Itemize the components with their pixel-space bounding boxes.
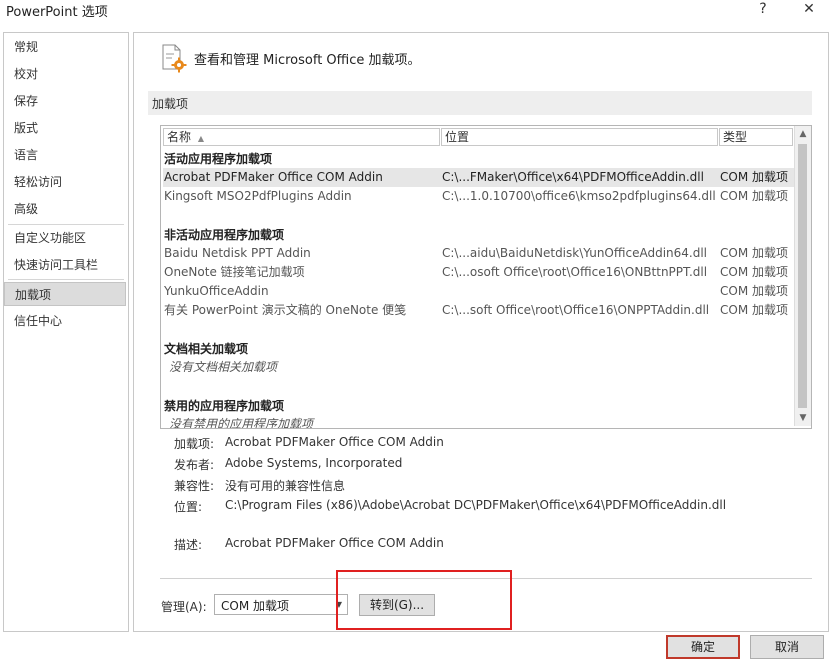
table-row[interactable]: YunkuOfficeAddin COM 加载项 [163, 282, 794, 301]
sidebar-item-layout[interactable]: 版式 [4, 116, 126, 140]
group-title-document: 文档相关加载项 [164, 342, 249, 356]
sidebar-item-addins[interactable]: 加载项 [4, 282, 126, 306]
manage-select-value: COM 加载项 [221, 599, 289, 613]
manage-label: 管理(A): [161, 600, 207, 614]
sidebar-item-proofing[interactable]: 校对 [4, 62, 126, 86]
sidebar-item-customize-ribbon[interactable]: 自定义功能区 [4, 226, 126, 250]
table-row[interactable]: Baidu Netdisk PPT Addin C:\...aidu\Baidu… [163, 244, 794, 263]
table-row[interactable]: Acrobat PDFMaker Office COM Addin C:\...… [163, 168, 794, 187]
table-row[interactable]: OneNote 链接笔记加载项 C:\...osoft Office\root\… [163, 263, 794, 282]
column-header-name[interactable]: 名称 ▲ [163, 128, 440, 146]
sidebar-item-language[interactable]: 语言 [4, 143, 126, 167]
vertical-scrollbar[interactable]: ▲ ▼ [794, 126, 811, 426]
detail-addin-value: Acrobat PDFMaker Office COM Addin [225, 435, 444, 449]
sidebar-item-advanced[interactable]: 高级 [4, 197, 126, 221]
addins-gear-icon [160, 43, 188, 73]
title-bar: PowerPoint 选项 ? ✕ [0, 0, 830, 22]
addins-list[interactable]: 名称 ▲ 位置 类型 活动应用程序加载项 Acrobat PDFMaker Of… [160, 125, 812, 429]
highlight-box [336, 570, 512, 630]
detail-publisher-label: 发布者: [174, 458, 215, 472]
sidebar-divider [8, 279, 124, 280]
column-header-type[interactable]: 类型 [719, 128, 793, 146]
sidebar-item-accessibility[interactable]: 轻松访问 [4, 170, 126, 194]
sidebar-item-general[interactable]: 常规 [4, 35, 126, 59]
group-title-inactive: 非活动应用程序加载项 [164, 228, 285, 242]
sidebar-divider [8, 224, 124, 225]
group-title-active: 活动应用程序加载项 [164, 152, 273, 166]
group-title-disabled: 禁用的应用程序加载项 [164, 399, 285, 413]
sidebar-item-quick-access-toolbar[interactable]: 快速访问工具栏 [4, 253, 126, 277]
page-heading: 查看和管理 Microsoft Office 加载项。 [194, 53, 421, 68]
table-row[interactable]: 有关 PowerPoint 演示文稿的 OneNote 便笺 C:\...sof… [163, 301, 794, 320]
cancel-button[interactable]: 取消 [750, 635, 824, 659]
manage-select[interactable]: COM 加载项 ▼ [214, 594, 348, 615]
addins-panel: 查看和管理 Microsoft Office 加载项。 加载项 名称 ▲ 位置 … [133, 32, 829, 632]
scroll-down-icon[interactable]: ▼ [795, 410, 811, 426]
detail-location-value: C:\Program Files (x86)\Adobe\Acrobat DC\… [225, 498, 727, 512]
empty-message: 没有禁用的应用程序加载项 [169, 417, 314, 429]
scroll-thumb[interactable] [798, 144, 807, 408]
window-title: PowerPoint 选项 [6, 5, 108, 20]
column-header-location[interactable]: 位置 [441, 128, 718, 146]
sort-ascending-icon: ▲ [197, 134, 204, 143]
close-icon[interactable]: ✕ [794, 0, 824, 20]
detail-description-label: 描述: [174, 538, 203, 552]
help-icon[interactable]: ? [748, 0, 778, 20]
empty-message: 没有文档相关加载项 [169, 360, 278, 374]
detail-addin-label: 加载项: [174, 437, 215, 451]
section-title: 加载项 [152, 97, 189, 111]
sidebar-item-trust-center[interactable]: 信任中心 [4, 309, 126, 333]
scroll-up-icon[interactable]: ▲ [795, 126, 811, 142]
table-row[interactable]: Kingsoft MSO2PdfPlugins Addin C:\...1.0.… [163, 187, 794, 206]
detail-compat-value: 没有可用的兼容性信息 [225, 479, 346, 493]
section-header: 加载项 [148, 91, 812, 115]
sidebar-item-save[interactable]: 保存 [4, 89, 126, 113]
ok-button[interactable]: 确定 [666, 635, 740, 659]
detail-publisher-value: Adobe Systems, Incorporated [225, 456, 403, 470]
detail-location-label: 位置: [174, 500, 203, 514]
detail-compat-label: 兼容性: [174, 479, 215, 493]
options-sidebar: 常规 校对 保存 版式 语言 轻松访问 高级 自定义功能区 快速访问工具栏 加载… [3, 32, 129, 632]
detail-description-value: Acrobat PDFMaker Office COM Addin [225, 536, 444, 550]
